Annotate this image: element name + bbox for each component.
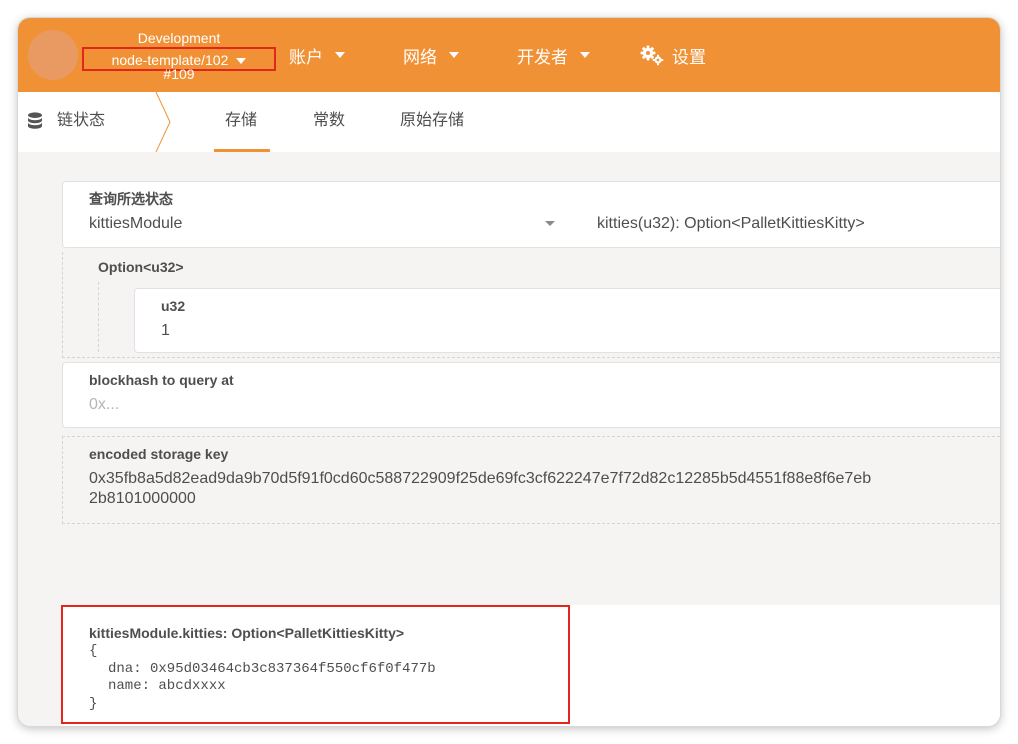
blockhash-field[interactable]: blockhash to query at 0x... [62, 362, 1000, 428]
gears-icon [640, 45, 664, 66]
module-select[interactable]: kittiesModule [89, 214, 182, 234]
tab-raw-storage[interactable]: 原始存储 [400, 110, 464, 132]
sub-navigation: 链状态 存储 常数 原始存储 [18, 92, 1000, 152]
chevron-down-icon [580, 52, 590, 58]
result-title: kittiesModule.kitties: Option<PalletKitt… [89, 625, 405, 641]
section-chain-state[interactable]: 链状态 [57, 110, 105, 132]
menu-network-label: 网络 [403, 47, 437, 67]
result-name-line: name: abcdxxxx [108, 678, 226, 694]
chain-environment: Development [137, 30, 221, 46]
menu-network[interactable]: 网络 [403, 42, 459, 68]
param-option-label: Option<u32> [98, 259, 184, 275]
blockhash-input[interactable]: 0x... [89, 395, 119, 415]
menu-accounts[interactable]: 账户 [289, 42, 345, 68]
active-tab-indicator [214, 149, 270, 152]
result-close-brace: } [89, 695, 98, 712]
tab-constants[interactable]: 常数 [313, 110, 345, 132]
app-window: Development node-template/102 #109 账户 网络… [18, 18, 1000, 726]
chain-selector[interactable]: Development node-template/102 #109 [82, 30, 276, 82]
result-dna-line: dna: 0x95d03464cb3c837364f550cf6f0f477b [108, 660, 436, 677]
encoded-key-label: encoded storage key [89, 446, 229, 462]
encoded-key-line-1: 0x35fb8a5d82ead9da9b70d5f91f0cd60c588722… [89, 470, 872, 487]
menu-developer[interactable]: 开发者 [517, 42, 590, 68]
result-open-brace: { [89, 643, 98, 659]
query-selector: 查询所选状态 kittiesModule kitties(u32): Optio… [62, 181, 1000, 248]
menu-developer-label: 开发者 [517, 47, 568, 67]
blockhash-label: blockhash to query at [89, 372, 234, 388]
chain-logo[interactable] [28, 30, 78, 80]
best-block-number: #109 [163, 66, 195, 82]
menu-settings-label: 设置 [672, 47, 706, 67]
tab-storage[interactable]: 存储 [225, 110, 257, 132]
chevron-down-icon[interactable] [545, 221, 555, 226]
breadcrumb-divider [155, 92, 171, 152]
param-u32-field[interactable]: u32 1 [134, 288, 1000, 353]
param-u32-input[interactable]: 1 [161, 321, 170, 341]
result-value: { dna: 0x95d03464cb3c837364f550cf6f0f477b… [89, 643, 436, 713]
param-u32-label: u32 [161, 298, 186, 314]
query-result: kittiesModule.kitties: Option<PalletKitt… [61, 605, 570, 724]
encoded-storage-key: encoded storage key 0x35fb8a5d82ead9da9b… [62, 436, 1000, 524]
database-icon [28, 112, 42, 129]
method-select[interactable]: kitties(u32): Option<PalletKittiesKitty> [597, 214, 865, 234]
chevron-down-icon [335, 52, 345, 58]
menu-accounts-label: 账户 [289, 47, 323, 67]
chevron-down-icon [236, 58, 247, 65]
chevron-down-icon [449, 52, 459, 58]
top-bar: Development node-template/102 #109 账户 网络… [18, 18, 1000, 92]
encoded-key-line-2: 2b8101000000 [89, 490, 196, 507]
query-label: 查询所选状态 [89, 191, 173, 207]
menu-settings[interactable]: 设置 [640, 42, 706, 68]
